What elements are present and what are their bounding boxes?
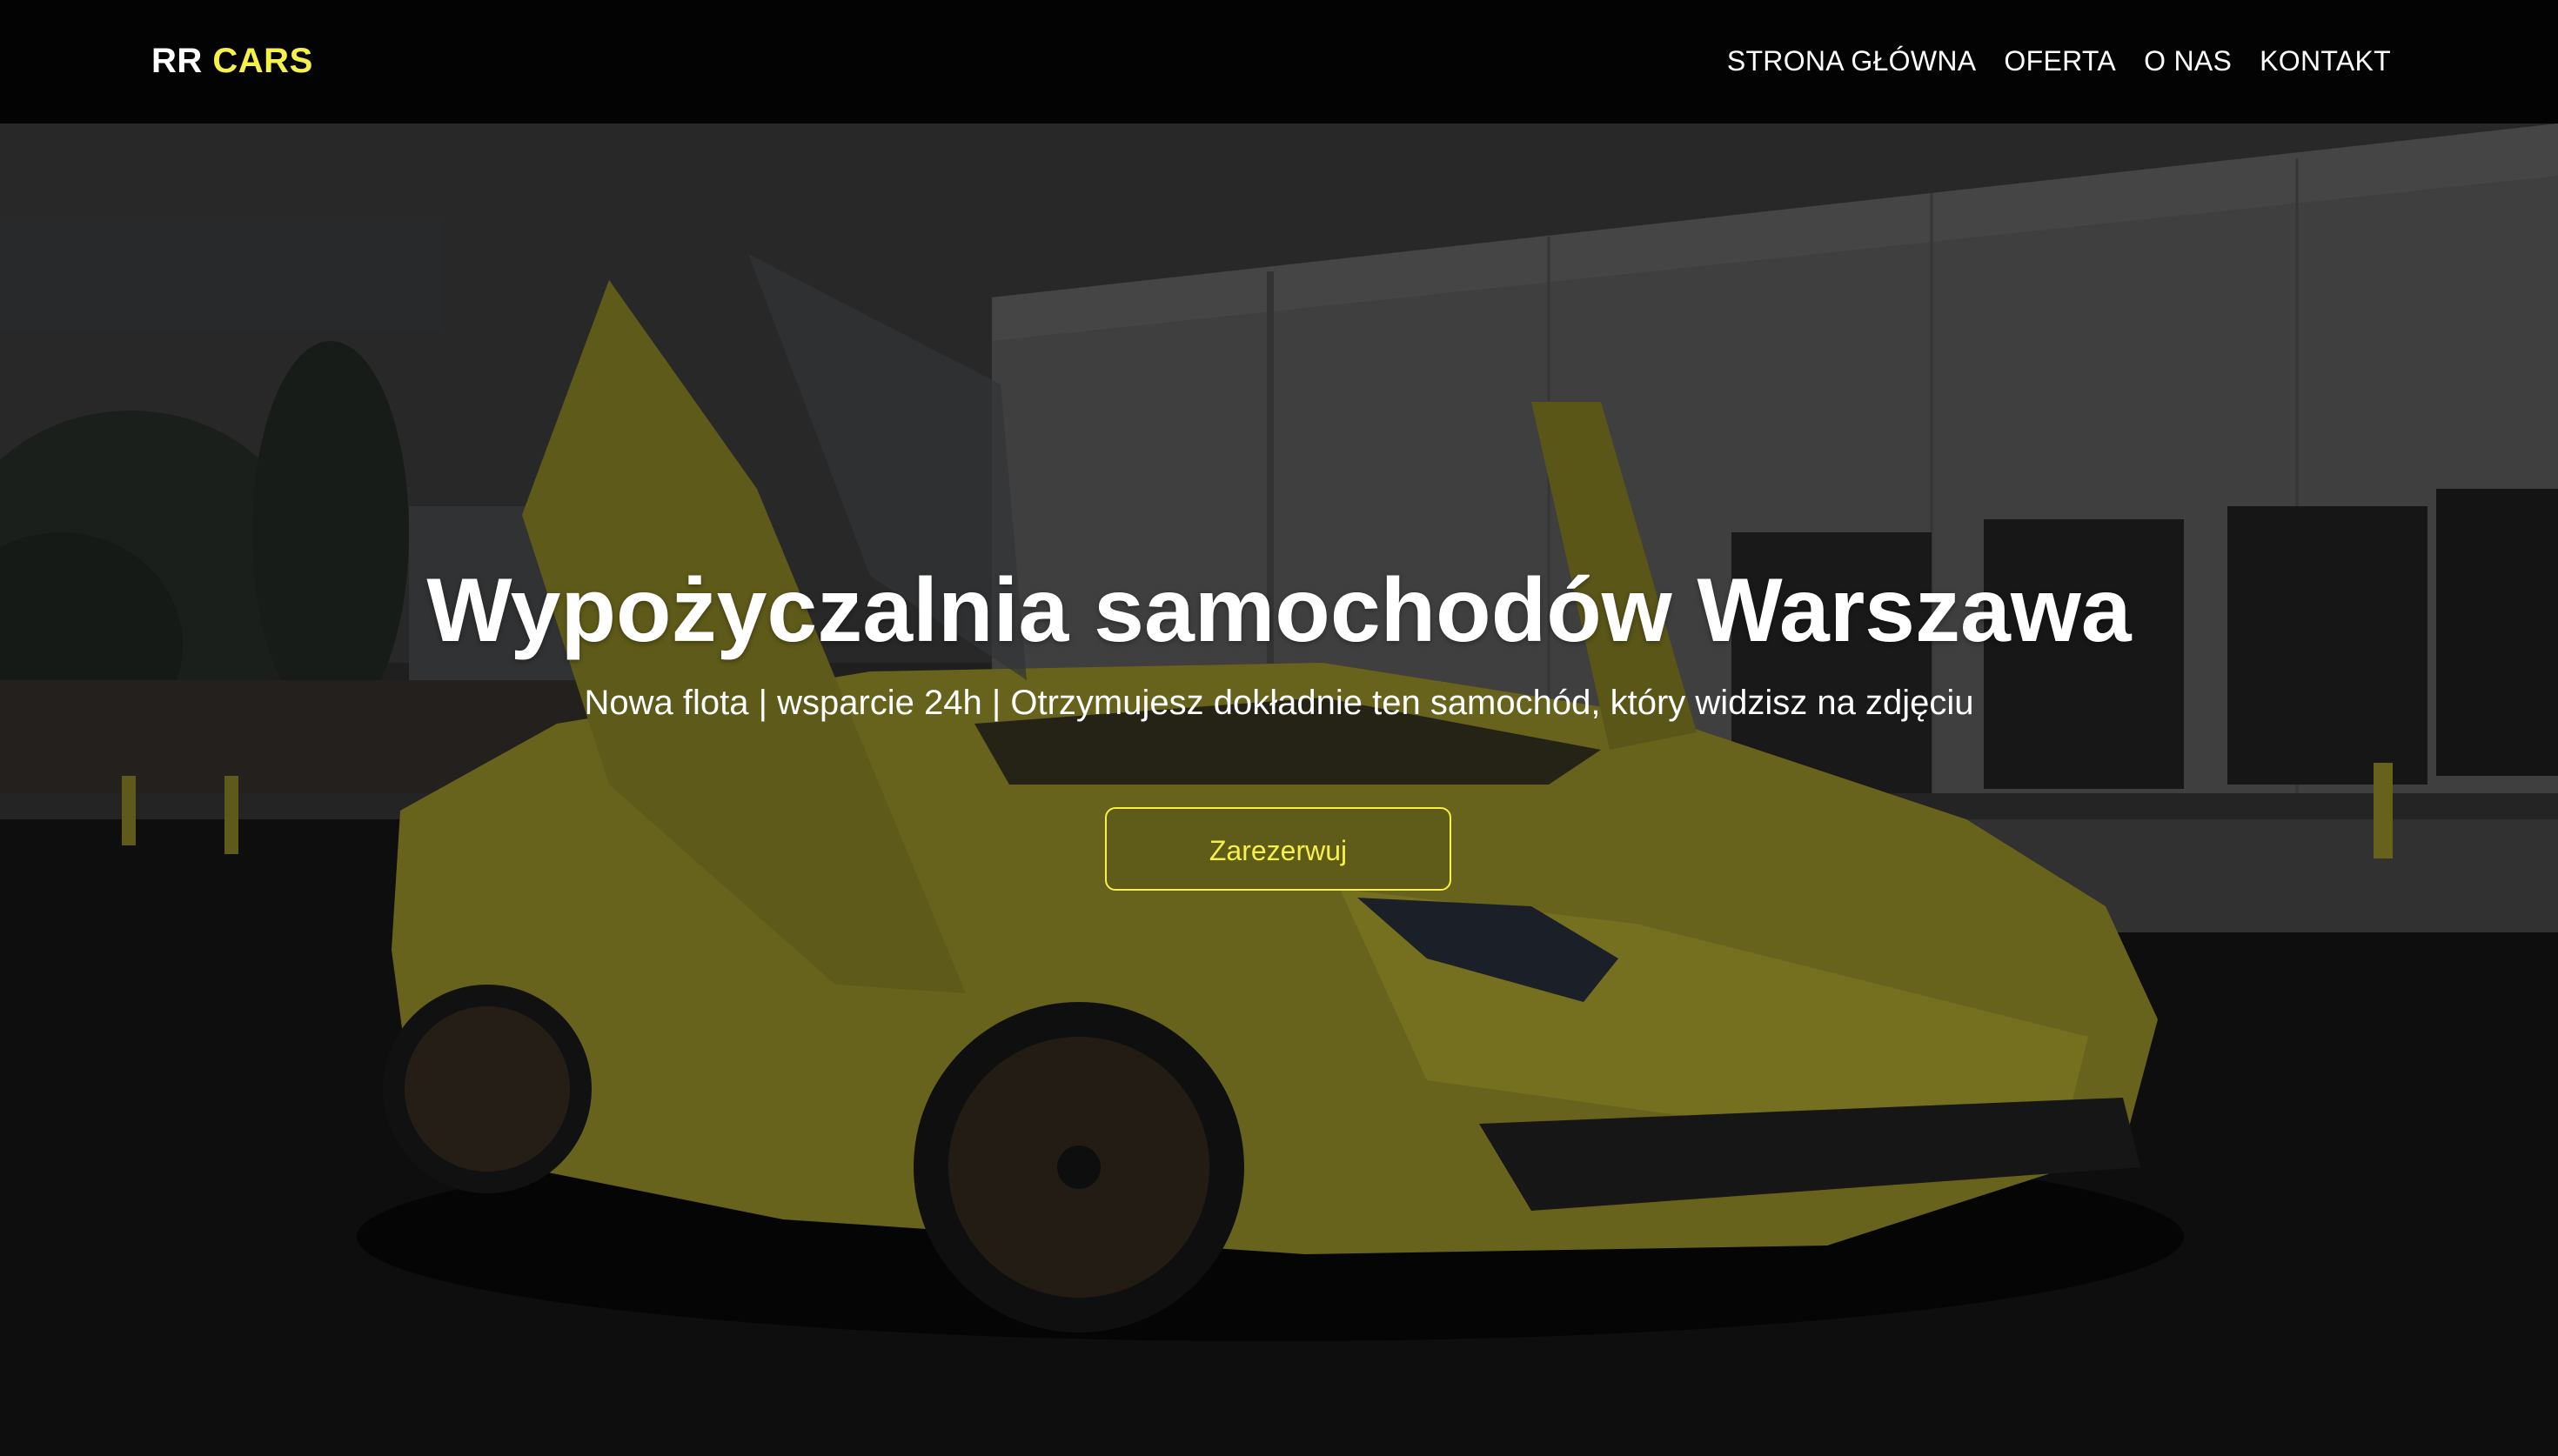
site-header: RR CARS STRONA GŁÓWNA OFERTA O NAS KONTA… bbox=[0, 0, 2558, 124]
nav-link-contact[interactable]: KONTAKT bbox=[2260, 42, 2391, 80]
nav-link-offer[interactable]: OFERTA bbox=[2004, 42, 2116, 80]
hero-section: Wypożyczalnia samochodów Warszawa Nowa f… bbox=[0, 124, 2558, 1456]
hero-title: Wypożyczalnia samochodów Warszawa bbox=[426, 560, 2132, 661]
hero-content: Wypożyczalnia samochodów Warszawa Nowa f… bbox=[0, 124, 2558, 1456]
reserve-button[interactable]: Zarezerwuj bbox=[1105, 807, 1451, 891]
logo-text-cars: CARS bbox=[212, 42, 313, 80]
logo[interactable]: RR CARS bbox=[151, 38, 313, 83]
nav-link-home[interactable]: STRONA GŁÓWNA bbox=[1727, 42, 1977, 80]
logo-text-rr: RR bbox=[151, 42, 203, 80]
main-nav: STRONA GŁÓWNA OFERTA O NAS KONTAKT bbox=[1727, 42, 2391, 80]
nav-link-about[interactable]: O NAS bbox=[2144, 42, 2232, 80]
hero-subtitle: Nowa flota | wsparcie 24h | Otrzymujesz … bbox=[584, 684, 1974, 722]
